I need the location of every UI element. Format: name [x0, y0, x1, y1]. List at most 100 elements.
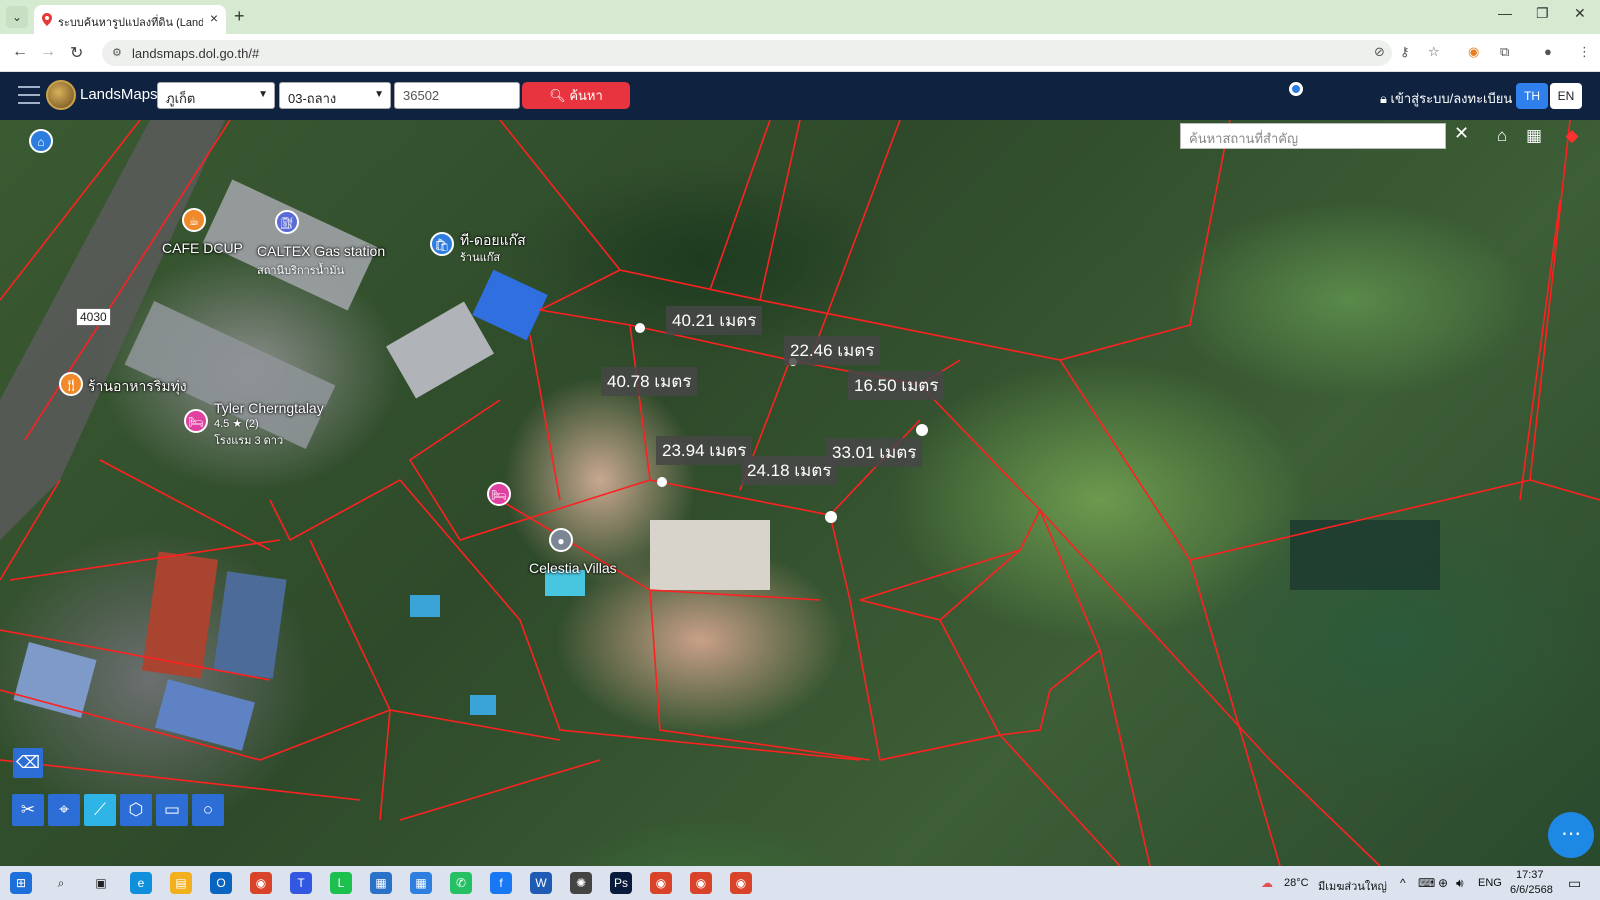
photoshop-icon[interactable]: Ps [610, 872, 632, 894]
login-label: เข้าสู่ระบบ/ลงทะเบียน [1390, 91, 1513, 106]
line-icon[interactable]: L [330, 872, 352, 894]
hotel-rating: 4.5 ★ (2) [214, 418, 259, 430]
gas-shop-sublabel: ร้านแก๊ส [460, 252, 501, 264]
address-bar-row: ← → ↻ ⚙ landsmaps.dol.go.th/# ⊘ ⚷ ☆ ◉ ⧉ … [0, 34, 1600, 72]
polygon-tool-icon[interactable]: ⬡ [120, 794, 152, 826]
clear-search-icon[interactable]: ✕ [1454, 123, 1469, 144]
cafe-label: CAFE DCUP [162, 240, 243, 256]
search-icon[interactable]: ⌕ [50, 872, 72, 894]
gas-station-icon[interactable]: ⛽︎ [275, 210, 299, 234]
forward-button[interactable]: → [40, 43, 56, 61]
back-button[interactable]: ← [12, 43, 28, 61]
chrome-icon[interactable]: ◉ [650, 872, 672, 894]
measurement-label: 23.94 เมตร [656, 436, 753, 465]
browser-tab-landsmaps[interactable]: ระบบค้นหารูปแปลงที่ดิน (LandsMap × [34, 5, 226, 34]
restaurant-icon[interactable]: 🍴︎ [59, 372, 83, 396]
tray-chevron-icon[interactable]: ^ [1400, 876, 1406, 890]
home-icon[interactable]: ⌂ [1488, 122, 1516, 150]
place-pin-icon[interactable]: ● [549, 528, 573, 552]
calendar-icon[interactable]: ▦ [410, 872, 432, 894]
tab-title: ระบบค้นหารูปแปลงที่ดิน (LandsMap [58, 17, 203, 29]
start-icon[interactable]: ⊞ [10, 872, 32, 894]
network-icon[interactable]: ⌨ [1418, 876, 1435, 890]
task-view-icon[interactable]: ▣ [90, 872, 112, 894]
new-tab-button[interactable]: + [234, 6, 245, 27]
cafe-icon[interactable]: ☕︎ [182, 208, 206, 232]
search-button-label: ค้นหา [569, 88, 603, 103]
parcel-number-input[interactable]: 36502 [394, 82, 520, 109]
globe-icon[interactable]: ⊕ [1438, 876, 1448, 890]
hotel-sublabel: โรงแรม 3 ดาว [214, 435, 284, 447]
place-search-input[interactable]: ค้นหาสถานที่สำคัญ [1180, 123, 1446, 149]
eraser-icon[interactable]: ⌫ [13, 748, 43, 778]
close-window-button[interactable]: ✕ [1574, 5, 1586, 22]
volume-icon[interactable]: 🔊︎ [1456, 876, 1464, 891]
hotel-icon[interactable]: 🛏︎ [487, 482, 511, 506]
close-tab-icon[interactable]: × [210, 10, 218, 26]
chatgpt-icon[interactable]: ✺ [570, 872, 592, 894]
omnibox[interactable]: ⚙ landsmaps.dol.go.th/# [102, 40, 1392, 66]
extension-icon[interactable]: ◉ [1468, 44, 1479, 60]
hotel-icon[interactable]: 🛏︎ [184, 409, 208, 433]
restaurant-label: ร้านอาหารริมทุ่ง [88, 378, 187, 394]
chrome-icon[interactable]: ◉ [730, 872, 752, 894]
line-tool-icon[interactable]: ⟋ [84, 794, 116, 826]
minimize-button[interactable]: — [1498, 5, 1512, 21]
location-pin-icon[interactable]: ⌂ [29, 129, 53, 153]
caltex-sublabel: สถานีบริการน้ำมัน [257, 265, 345, 277]
layers-icon[interactable]: ◆ [1558, 122, 1586, 150]
circle-tool-icon[interactable]: ○ [192, 794, 224, 826]
lang-en-button[interactable]: EN [1550, 83, 1582, 109]
hamburger-menu-icon[interactable] [18, 86, 40, 104]
puzzle-icon[interactable]: ⧉ [1500, 44, 1509, 60]
chrome-icon[interactable]: ◉ [250, 872, 272, 894]
search-button[interactable]: 🔍︎ ค้นหา [522, 82, 630, 109]
clock-time[interactable]: 17:37 [1516, 869, 1544, 881]
notification-icon[interactable]: ▭ [1568, 875, 1581, 892]
road-number-badge: 4030 [76, 308, 111, 326]
eye-off-icon[interactable]: ⊘ [1374, 44, 1385, 60]
rectangle-tool-icon[interactable]: ▭ [156, 794, 188, 826]
site-info-icon[interactable]: ⚙ [112, 46, 126, 60]
chevron-down-icon: ▼ [258, 89, 268, 100]
hotel-label: Tyler Cherngtalay [214, 400, 324, 416]
restore-button[interactable]: ❐ [1536, 5, 1549, 22]
chevron-down-icon: ▼ [374, 89, 384, 100]
grid-icon[interactable]: ▦ [1520, 122, 1548, 150]
chrome-icon[interactable]: ◉ [690, 872, 712, 894]
whatsapp-icon[interactable]: ✆ [450, 872, 472, 894]
app-brand: LandsMaps [80, 86, 158, 103]
province-select[interactable]: ภูเก็ต ▼ [157, 82, 275, 109]
outlook-icon[interactable]: O [210, 872, 232, 894]
browser-tab-bar: ⌄ ระบบค้นหารูปแปลงที่ดิน (LandsMap × + —… [0, 0, 1600, 34]
district-value: 03-ถลาง [288, 91, 337, 106]
edge-icon[interactable]: e [130, 872, 152, 894]
shop-icon[interactable]: 🛍︎ [430, 232, 454, 256]
district-select[interactable]: 03-ถลาง ▼ [279, 82, 391, 109]
caltex-label: CALTEX Gas station [257, 243, 386, 259]
key-icon[interactable]: ⚷ [1400, 44, 1410, 60]
weather-temp: 28°C [1284, 877, 1309, 889]
login-link[interactable]: 🔒︎ เข้าสู่ระบบ/ลงทะเบียน [1380, 88, 1512, 109]
measure-tools-icon[interactable]: ✂ [12, 794, 44, 826]
input-language[interactable]: ENG [1478, 877, 1502, 889]
lock-icon: 🔒︎ [1380, 91, 1387, 106]
file-explorer-icon[interactable]: ▤ [170, 872, 192, 894]
star-icon[interactable]: ☆ [1428, 44, 1440, 60]
more-menu-icon[interactable]: ⋮ [1578, 44, 1591, 60]
facebook-icon[interactable]: f [490, 872, 512, 894]
lang-th-button[interactable]: TH [1516, 83, 1548, 109]
measurement-label: 40.78 เมตร [601, 367, 698, 396]
profile-icon[interactable]: ● [1544, 44, 1552, 59]
trip-icon[interactable]: T [290, 872, 312, 894]
location-indicator [1289, 82, 1303, 96]
tab-search-button[interactable]: ⌄ [6, 6, 28, 28]
satellite-map[interactable]: 4030 ⌂ ☕︎ CAFE DCUP ⛽︎ CALTEX Gas statio… [0, 120, 1600, 866]
map-pin-icon [42, 13, 52, 26]
clock-date[interactable]: 6/6/2568 [1510, 884, 1553, 896]
calculator-icon[interactable]: ▦ [370, 872, 392, 894]
chat-button[interactable]: ⋯ [1548, 812, 1594, 858]
word-icon[interactable]: W [530, 872, 552, 894]
reload-button[interactable]: ↻ [70, 43, 83, 63]
pin-tool-icon[interactable]: ⌖ [48, 794, 80, 826]
